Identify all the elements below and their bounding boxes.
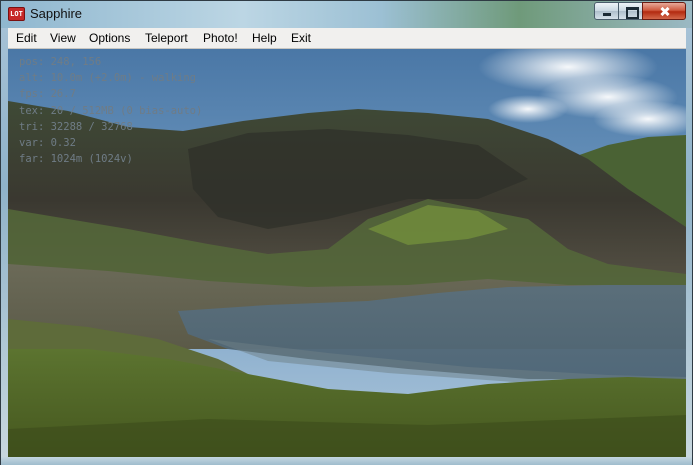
menu-bar: Edit View Options Teleport Photo! Help E…	[8, 28, 686, 49]
hud-fps: fps: 26.7	[19, 88, 76, 101]
hud-triangles: tri: 32288 / 32768	[19, 120, 133, 133]
terrain-viewport[interactable]: pos: 248, 156 alt: 10.0m (+2.0m) - walki…	[8, 49, 686, 457]
app-window: LOT Sapphire Edit View Options Teleport …	[0, 0, 693, 465]
menu-help[interactable]: Help	[252, 31, 277, 45]
hud-altitude: alt: 10.0m (+2.0m) - walking	[19, 72, 197, 85]
menu-photo[interactable]: Photo!	[203, 31, 238, 45]
window-title: Sapphire	[30, 6, 83, 21]
menu-view[interactable]: View	[50, 31, 76, 45]
maximize-icon	[619, 3, 642, 19]
close-button[interactable]	[642, 2, 686, 20]
app-icon[interactable]: LOT	[8, 7, 25, 21]
maximize-button[interactable]	[618, 2, 643, 20]
title-bar[interactable]: LOT Sapphire	[1, 1, 692, 28]
menu-options[interactable]: Options	[89, 31, 130, 45]
hud-overlay: pos: 248, 156 alt: 10.0m (+2.0m) - walki…	[19, 54, 202, 167]
minimize-icon	[595, 3, 618, 19]
window-bottom-border	[1, 457, 692, 465]
close-icon	[643, 3, 685, 19]
minimize-button[interactable]	[594, 2, 619, 20]
menu-edit[interactable]: Edit	[16, 31, 37, 45]
menu-exit[interactable]: Exit	[291, 31, 311, 45]
hud-position: pos: 248, 156	[19, 56, 102, 68]
menu-teleport[interactable]: Teleport	[145, 31, 188, 45]
hud-texture: tex: 20 / 512MB (0 bias-auto)	[19, 104, 203, 117]
hud-far-plane: far: 1024m (1024v)	[19, 153, 133, 166]
hud-variance: var: 0.32	[19, 137, 76, 150]
